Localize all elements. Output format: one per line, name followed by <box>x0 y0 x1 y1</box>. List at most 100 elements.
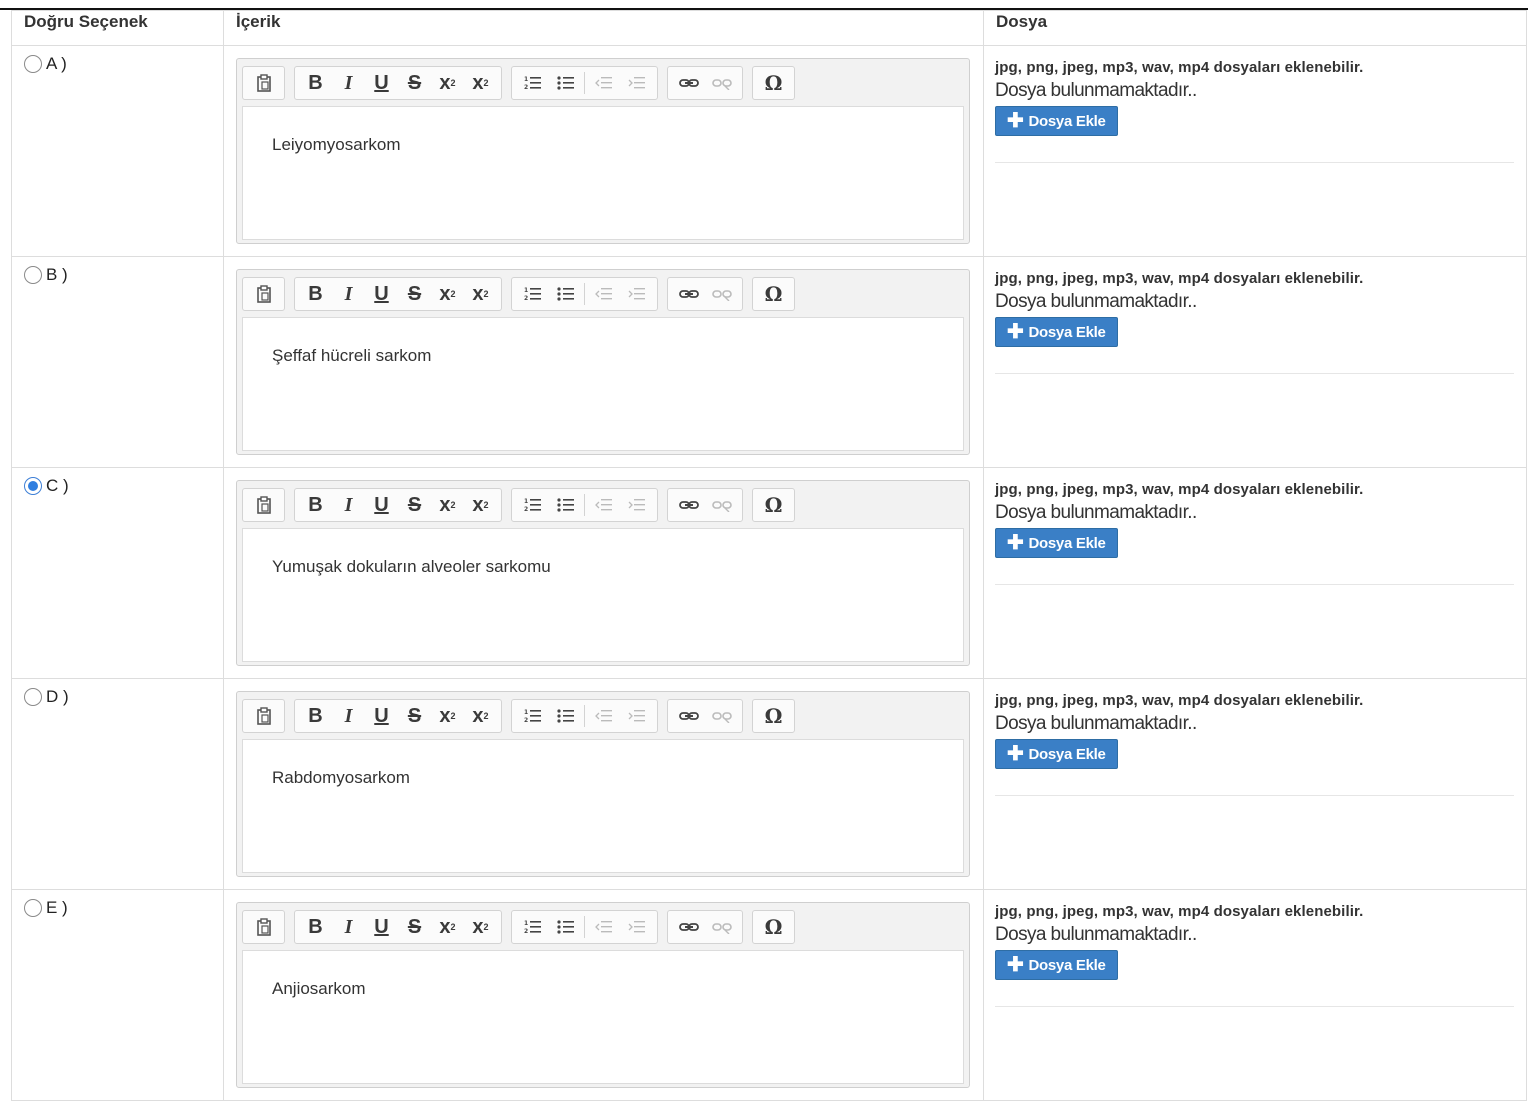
unlink-icon[interactable] <box>705 701 738 731</box>
omega-icon[interactable]: Ω <box>757 279 790 309</box>
option-content-input[interactable]: Rabdomyosarkom <box>242 739 964 873</box>
option-choice[interactable]: B ) <box>12 257 223 285</box>
omega-icon[interactable]: Ω <box>757 912 790 942</box>
underline-button[interactable]: U <box>365 912 398 942</box>
italic-button[interactable]: I <box>332 68 365 98</box>
indent-icon[interactable] <box>620 490 653 520</box>
strike-button[interactable]: S <box>398 68 431 98</box>
link-icon[interactable] <box>672 701 705 731</box>
link-icon[interactable] <box>672 279 705 309</box>
outdent-icon[interactable] <box>587 68 620 98</box>
subscript-button[interactable]: x2 <box>431 912 464 942</box>
option-choice[interactable]: A ) <box>12 46 223 74</box>
add-file-button[interactable]: ✚ Dosya Ekle <box>995 106 1118 136</box>
numbered-list-icon[interactable]: 12 <box>516 912 549 942</box>
add-file-button[interactable]: ✚ Dosya Ekle <box>995 739 1118 769</box>
bulleted-list-icon[interactable] <box>549 701 582 731</box>
unlink-icon[interactable] <box>705 490 738 520</box>
bold-button[interactable]: B <box>299 68 332 98</box>
option-radio[interactable] <box>24 55 42 73</box>
omega-icon[interactable]: Ω <box>757 701 790 731</box>
omega-icon[interactable]: Ω <box>757 68 790 98</box>
paste-icon[interactable] <box>247 279 280 309</box>
bulleted-list-icon[interactable] <box>549 68 582 98</box>
option-choice[interactable]: C ) <box>12 468 223 496</box>
superscript-button[interactable]: x2 <box>464 912 497 942</box>
subscript-button[interactable]: x2 <box>431 279 464 309</box>
add-file-button[interactable]: ✚ Dosya Ekle <box>995 317 1118 347</box>
add-file-button[interactable]: ✚ Dosya Ekle <box>995 528 1118 558</box>
bold-button[interactable]: B <box>299 490 332 520</box>
bold-button[interactable]: B <box>299 279 332 309</box>
underline-button[interactable]: U <box>365 68 398 98</box>
indent-icon[interactable] <box>620 68 653 98</box>
numbered-list-icon[interactable]: 12 <box>516 490 549 520</box>
subscript-button[interactable]: x2 <box>431 68 464 98</box>
subscript-button[interactable]: x2 <box>431 490 464 520</box>
italic-button[interactable]: I <box>332 279 365 309</box>
option-row-a: A ) B I U S x2 x2 1 2 Ω Leiyomyosarkom j… <box>11 45 1527 257</box>
outdent-icon[interactable] <box>587 701 620 731</box>
bulleted-list-icon[interactable] <box>549 279 582 309</box>
underline-button[interactable]: U <box>365 701 398 731</box>
superscript-button[interactable]: x2 <box>464 279 497 309</box>
link-group <box>667 910 743 944</box>
italic-button[interactable]: I <box>332 490 365 520</box>
add-file-button[interactable]: ✚ Dosya Ekle <box>995 950 1118 980</box>
editor-toolbar: B I U S x2 x2 12 Ω <box>242 486 964 524</box>
option-choice[interactable]: E ) <box>12 890 223 918</box>
option-radio[interactable] <box>24 688 42 706</box>
bold-button[interactable]: B <box>299 912 332 942</box>
omega-icon[interactable]: Ω <box>757 490 790 520</box>
paste-icon[interactable] <box>247 912 280 942</box>
indent-icon[interactable] <box>620 701 653 731</box>
option-choice[interactable]: D ) <box>12 679 223 707</box>
link-icon[interactable] <box>672 490 705 520</box>
option-radio[interactable] <box>24 899 42 917</box>
outdent-icon[interactable] <box>587 490 620 520</box>
bulleted-list-icon[interactable] <box>549 912 582 942</box>
numbered-list-icon[interactable]: 12 <box>516 279 549 309</box>
superscript-glyph: x <box>472 915 484 938</box>
italic-button[interactable]: I <box>332 912 365 942</box>
unlink-icon[interactable] <box>705 279 738 309</box>
clipboard-group <box>242 699 285 733</box>
file-type-hint: jpg, png, jpeg, mp3, wav, mp4 dosyaları … <box>995 481 1364 498</box>
option-radio[interactable] <box>24 266 42 284</box>
indent-icon[interactable] <box>620 912 653 942</box>
option-content-input[interactable]: Şeffaf hücreli sarkom <box>242 317 964 451</box>
unlink-icon[interactable] <box>705 68 738 98</box>
strike-button[interactable]: S <box>398 912 431 942</box>
option-content-input[interactable]: Anjiosarkom <box>242 950 964 1084</box>
option-choice-cell: A ) <box>11 45 224 257</box>
paste-icon[interactable] <box>247 68 280 98</box>
superscript-button[interactable]: x2 <box>464 68 497 98</box>
outdent-icon[interactable] <box>587 912 620 942</box>
superscript-button[interactable]: x2 <box>464 490 497 520</box>
format-group: B I U S x2 x2 <box>294 488 502 522</box>
strike-button[interactable]: S <box>398 279 431 309</box>
paste-icon[interactable] <box>247 701 280 731</box>
superscript-button[interactable]: x2 <box>464 701 497 731</box>
option-radio[interactable] <box>24 477 42 495</box>
bulleted-list-icon[interactable] <box>549 490 582 520</box>
unlink-icon[interactable] <box>705 912 738 942</box>
underline-button[interactable]: U <box>365 490 398 520</box>
outdent-icon[interactable] <box>587 279 620 309</box>
strike-button[interactable]: S <box>398 701 431 731</box>
svg-text:1: 1 <box>524 76 528 83</box>
option-content-input[interactable]: Leiyomyosarkom <box>242 106 964 240</box>
link-icon[interactable] <box>672 68 705 98</box>
underline-button[interactable]: U <box>365 279 398 309</box>
link-icon[interactable] <box>672 912 705 942</box>
strike-button[interactable]: S <box>398 490 431 520</box>
subscript-button[interactable]: x2 <box>431 701 464 731</box>
numbered-list-icon[interactable]: 12 <box>516 68 549 98</box>
option-content-input[interactable]: Yumuşak dokuların alveoler sarkomu <box>242 528 964 662</box>
indent-icon[interactable] <box>620 279 653 309</box>
header-row: Doğru Seçenek İçerik Dosya <box>11 10 1527 46</box>
paste-icon[interactable] <box>247 490 280 520</box>
bold-button[interactable]: B <box>299 701 332 731</box>
numbered-list-icon[interactable]: 12 <box>516 701 549 731</box>
italic-button[interactable]: I <box>332 701 365 731</box>
